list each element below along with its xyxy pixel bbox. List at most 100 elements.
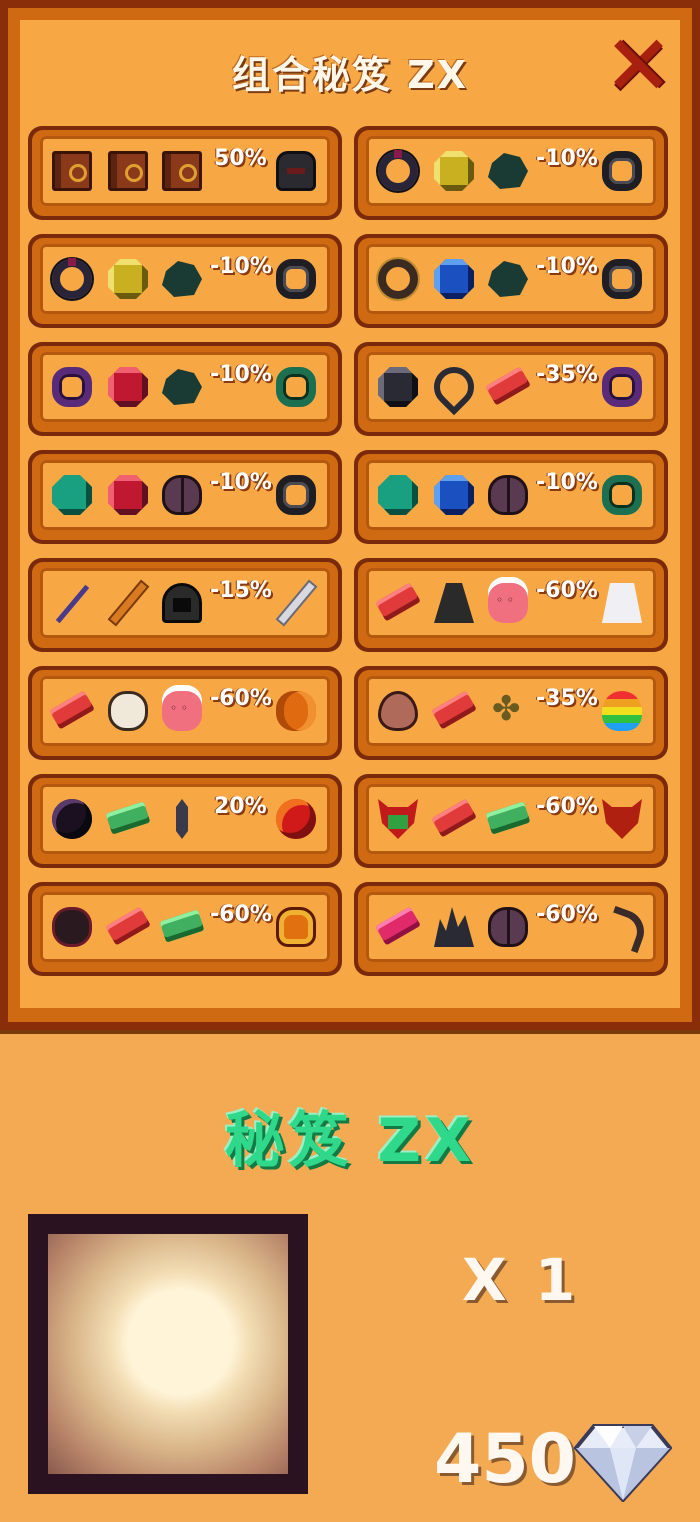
scroll-icon[interactable] — [28, 1214, 308, 1494]
recipe-row[interactable]: -60% — [28, 882, 342, 976]
ingredient-slot — [104, 687, 152, 735]
result-slot — [272, 471, 320, 519]
recipe-row[interactable]: -35% — [354, 666, 668, 760]
ingredient-slot — [48, 255, 96, 303]
ingredient-slot — [374, 903, 422, 951]
recipe-row[interactable]: -10% — [354, 126, 668, 220]
book-icon — [162, 151, 202, 191]
clover-icon — [488, 689, 528, 731]
ingredient-slot — [158, 147, 206, 195]
fire-orb-icon — [276, 799, 316, 839]
orange-sword-icon — [108, 583, 148, 623]
ingredient-slot — [104, 255, 152, 303]
ring-icon — [602, 259, 642, 299]
teal-gem-icon — [52, 475, 92, 515]
dark-helmet-icon — [276, 151, 316, 191]
book-icon — [108, 151, 148, 191]
recipe-row[interactable]: -60% — [354, 774, 668, 868]
diamond-icon[interactable] — [574, 1424, 672, 1502]
ingredient-slot — [158, 471, 206, 519]
result-slot — [598, 471, 646, 519]
discount-label: -10% — [536, 470, 598, 495]
ingredient-slot — [425, 358, 483, 416]
result-slot — [272, 363, 320, 411]
result-slot — [272, 255, 320, 303]
ingredient-slot — [104, 579, 152, 627]
recipe-row[interactable]: -10% — [354, 234, 668, 328]
ingredient-slot — [430, 903, 478, 951]
blue-gem-icon — [434, 259, 474, 299]
ingredient-slot — [104, 147, 152, 195]
gold-ring-icon — [378, 259, 418, 299]
red-bar-icon — [431, 690, 477, 730]
recipe-row[interactable]: -60% — [354, 558, 668, 652]
ingredient-slot — [484, 471, 532, 519]
result-slot — [272, 147, 320, 195]
discount-label: -10% — [536, 146, 598, 171]
ingredient-slot — [374, 687, 422, 735]
teardrop-ring-icon — [425, 358, 483, 416]
recipe-row[interactable]: -60% — [354, 882, 668, 976]
beetle-icon — [488, 907, 528, 947]
pumpkin-icon — [276, 691, 316, 731]
recipe-row[interactable]: -10% — [28, 450, 342, 544]
ingredient-slot — [158, 903, 206, 951]
green-ring-icon — [276, 367, 316, 407]
ingredient-slot — [430, 579, 478, 627]
close-x-icon[interactable] — [612, 38, 664, 90]
recipe-row[interactable]: -15% — [28, 558, 342, 652]
horned-mask-icon — [602, 799, 642, 839]
purple-ring-icon — [52, 367, 92, 407]
red-bar-icon — [105, 906, 151, 946]
ingredient-slot — [104, 363, 152, 411]
recipe-row[interactable]: 50% — [28, 126, 342, 220]
ingredient-slot — [158, 255, 206, 303]
yellow-gem-icon — [434, 151, 474, 191]
green-bar-icon — [159, 909, 205, 943]
discount-label: -35% — [536, 362, 598, 387]
purple-ring-icon — [602, 367, 642, 407]
result-slot — [272, 903, 320, 951]
blue-gem-icon — [434, 475, 474, 515]
dark-ring-icon — [378, 150, 418, 191]
ingredient-slot — [374, 579, 422, 627]
pink-face-icon — [488, 583, 528, 623]
egg-icon — [378, 691, 418, 731]
black-gem-icon — [378, 367, 418, 407]
beetle-icon — [162, 475, 202, 515]
discount-label: -60% — [536, 902, 598, 927]
recipe-row[interactable]: -35% — [354, 342, 668, 436]
ingredient-slot — [374, 147, 422, 195]
ingredient-slot — [104, 903, 152, 951]
ingredient-slot — [430, 471, 478, 519]
ingredient-slot — [158, 687, 206, 735]
recipe-row[interactable]: -10% — [354, 450, 668, 544]
scroll-paper — [48, 1234, 288, 1474]
green-ring-icon — [602, 475, 642, 515]
discount-label: -10% — [536, 254, 598, 279]
dark-ore-icon — [488, 261, 528, 297]
staff-icon — [52, 583, 92, 623]
ingredient-slot — [48, 687, 96, 735]
teal-gem-icon — [378, 475, 418, 515]
rainbow-icon — [602, 691, 642, 731]
ingredient-slot — [48, 795, 96, 843]
ring-icon — [602, 151, 642, 191]
result-slot — [272, 687, 320, 735]
recipe-row[interactable]: -60% — [28, 666, 342, 760]
ingredient-slot — [374, 363, 422, 411]
dark-ring-icon — [52, 258, 92, 299]
recipe-row[interactable]: 20% — [28, 774, 342, 868]
oval-gem-icon — [52, 907, 92, 947]
pink-face-icon — [162, 691, 202, 731]
recipe-row[interactable]: -10% — [28, 342, 342, 436]
red-gem-icon — [108, 475, 148, 515]
ingredient-slot — [158, 363, 206, 411]
ingredient-slot — [484, 795, 532, 843]
ingredient-slot — [374, 795, 422, 843]
result-slot — [272, 579, 320, 627]
ingredient-slot — [484, 363, 532, 411]
recipe-row[interactable]: -10% — [28, 234, 342, 328]
book-icon — [52, 151, 92, 191]
price-label: 450 — [434, 1420, 576, 1499]
